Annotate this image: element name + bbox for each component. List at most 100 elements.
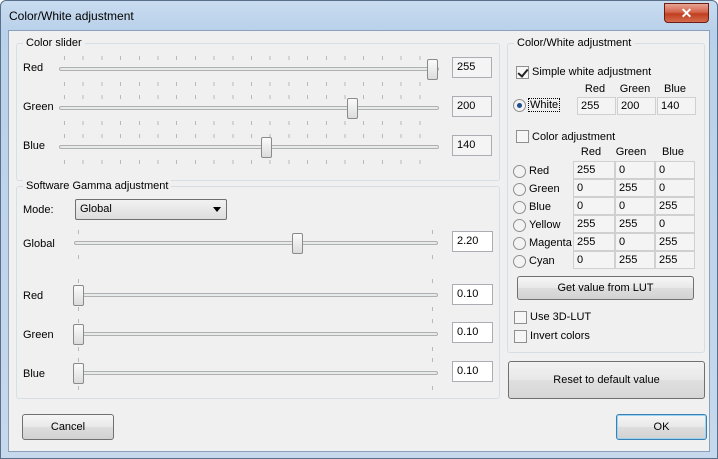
- gamma-blue-thumb[interactable]: [73, 363, 84, 384]
- gamma-green-track[interactable]: [74, 332, 438, 336]
- color-cyan-b: 255: [655, 251, 695, 269]
- color-slider-blue-value: 140: [452, 135, 492, 156]
- gamma-green-value[interactable]: 0.10: [452, 322, 493, 343]
- cancel-button[interactable]: Cancel: [22, 414, 114, 440]
- color-green-radio[interactable]: [513, 183, 526, 196]
- gamma-blue-value[interactable]: 0.10: [452, 361, 493, 382]
- invert-colors-label[interactable]: Invert colors: [530, 330, 590, 342]
- color-slider-group-label: Color slider: [23, 37, 85, 49]
- gamma-global-thumb[interactable]: [292, 233, 303, 254]
- gamma-global-label: Global: [23, 238, 55, 250]
- colors-header-blue: Blue: [661, 146, 685, 158]
- close-button[interactable]: ✕: [664, 3, 709, 23]
- colors-header-green: Green: [615, 146, 647, 158]
- color-slider-green-thumb[interactable]: [347, 98, 358, 119]
- gamma-global-track[interactable]: [74, 241, 438, 245]
- color-slider-blue-label: Blue: [23, 140, 46, 152]
- gamma-group-label: Software Gamma adjustment: [23, 180, 172, 192]
- color-cyan-g: 255: [615, 251, 655, 269]
- mode-select[interactable]: Global: [75, 199, 227, 220]
- use-3dlut-label[interactable]: Use 3D-LUT: [530, 311, 591, 323]
- reset-default-button[interactable]: Reset to default value: [508, 361, 705, 399]
- color-slider-red-label: Red: [23, 62, 44, 74]
- color-blue-radio[interactable]: [513, 201, 526, 214]
- close-icon: ✕: [680, 5, 693, 21]
- color-adjustment-label[interactable]: Color adjustment: [532, 131, 615, 143]
- gamma-green-ticks-top: [78, 319, 438, 323]
- color-magenta-b: 255: [655, 233, 695, 251]
- gamma-red-thumb[interactable]: [73, 285, 84, 306]
- chevron-down-icon: [213, 207, 221, 212]
- color-cyan-radio[interactable]: [513, 255, 526, 268]
- color-slider-red-track[interactable]: [59, 67, 439, 71]
- color-slider-blue-thumb[interactable]: [261, 137, 272, 158]
- color-slider-red-ticks-top: [64, 56, 438, 60]
- gamma-red-label: Red: [23, 290, 44, 302]
- window-title: Color/White adjustment: [9, 9, 134, 23]
- color-slider-blue-ticks-bottom: [64, 160, 438, 164]
- color-red-g: 0: [615, 161, 655, 179]
- color-white-group-label: Color/White adjustment: [514, 37, 635, 49]
- gamma-blue-ticks-bottom: [78, 386, 438, 390]
- color-red-label[interactable]: Red: [529, 165, 549, 177]
- color-green-g: 255: [615, 179, 655, 197]
- color-blue-g: 0: [615, 197, 655, 215]
- color-yellow-radio[interactable]: [513, 219, 526, 232]
- color-slider-blue-ticks-top: [64, 134, 438, 138]
- color-slider-green-track[interactable]: [59, 106, 439, 110]
- color-yellow-b: 0: [655, 215, 695, 233]
- white-red-value: 255: [577, 97, 616, 115]
- color-slider-green-ticks-bottom: [64, 121, 438, 125]
- dialog-client-area: Color slider Red 255 Green 200 Blue 140 …: [8, 30, 710, 452]
- ok-button[interactable]: OK: [616, 414, 707, 440]
- gamma-red-ticks-top: [78, 279, 438, 283]
- color-cyan-r: 0: [573, 251, 615, 269]
- color-blue-b: 255: [655, 197, 695, 215]
- color-slider-green-label: Green: [23, 101, 54, 113]
- simple-white-checkbox[interactable]: [516, 66, 529, 79]
- white-green-value: 200: [617, 97, 656, 115]
- gamma-blue-track[interactable]: [74, 371, 438, 375]
- get-value-from-lut-button[interactable]: Get value from LUT: [517, 276, 694, 300]
- color-green-b: 0: [655, 179, 695, 197]
- white-blue-value: 140: [657, 97, 696, 115]
- color-blue-label[interactable]: Blue: [529, 201, 551, 213]
- gamma-global-ticks-bottom: [78, 255, 438, 259]
- gamma-green-ticks-bottom: [78, 347, 438, 351]
- gamma-red-track[interactable]: [74, 293, 438, 297]
- color-slider-blue-track[interactable]: [59, 145, 439, 149]
- color-magenta-radio[interactable]: [513, 237, 526, 250]
- color-slider-red-value: 255: [452, 57, 492, 78]
- mode-select-value: Global: [80, 203, 112, 215]
- color-slider-green-ticks-top: [64, 95, 438, 99]
- color-yellow-label[interactable]: Yellow: [529, 219, 560, 231]
- gamma-global-value[interactable]: 2.20: [452, 231, 493, 252]
- gamma-red-value[interactable]: 0.10: [452, 284, 493, 305]
- title-bar[interactable]: Color/White adjustment ✕: [1, 1, 717, 30]
- color-magenta-g: 0: [615, 233, 655, 251]
- color-yellow-g: 255: [615, 215, 655, 233]
- color-cyan-label[interactable]: Cyan: [529, 255, 555, 267]
- gamma-red-ticks-bottom: [78, 307, 438, 311]
- dialog-window: Color/White adjustment ✕ Color slider Re…: [0, 0, 718, 459]
- invert-colors-checkbox[interactable]: [514, 330, 527, 343]
- color-yellow-r: 255: [573, 215, 615, 233]
- mode-label: Mode:: [23, 204, 54, 216]
- color-slider-red-thumb[interactable]: [427, 59, 438, 80]
- color-magenta-r: 255: [573, 233, 615, 251]
- simple-white-label[interactable]: Simple white adjustment: [532, 66, 651, 78]
- colors-header-red: Red: [580, 146, 602, 158]
- white-radio-label[interactable]: White: [528, 98, 561, 112]
- gamma-blue-ticks-top: [78, 358, 438, 362]
- color-blue-r: 0: [573, 197, 615, 215]
- white-radio[interactable]: [513, 99, 526, 112]
- gamma-green-thumb[interactable]: [73, 324, 84, 345]
- use-3dlut-checkbox[interactable]: [514, 311, 527, 324]
- color-adjustment-checkbox[interactable]: [516, 130, 529, 143]
- color-green-label[interactable]: Green: [529, 183, 560, 195]
- gamma-blue-label: Blue: [23, 368, 46, 380]
- color-red-b: 0: [655, 161, 695, 179]
- color-red-radio[interactable]: [513, 165, 526, 178]
- color-magenta-label[interactable]: Magenta: [529, 237, 572, 249]
- gamma-global-ticks-top: [78, 230, 438, 234]
